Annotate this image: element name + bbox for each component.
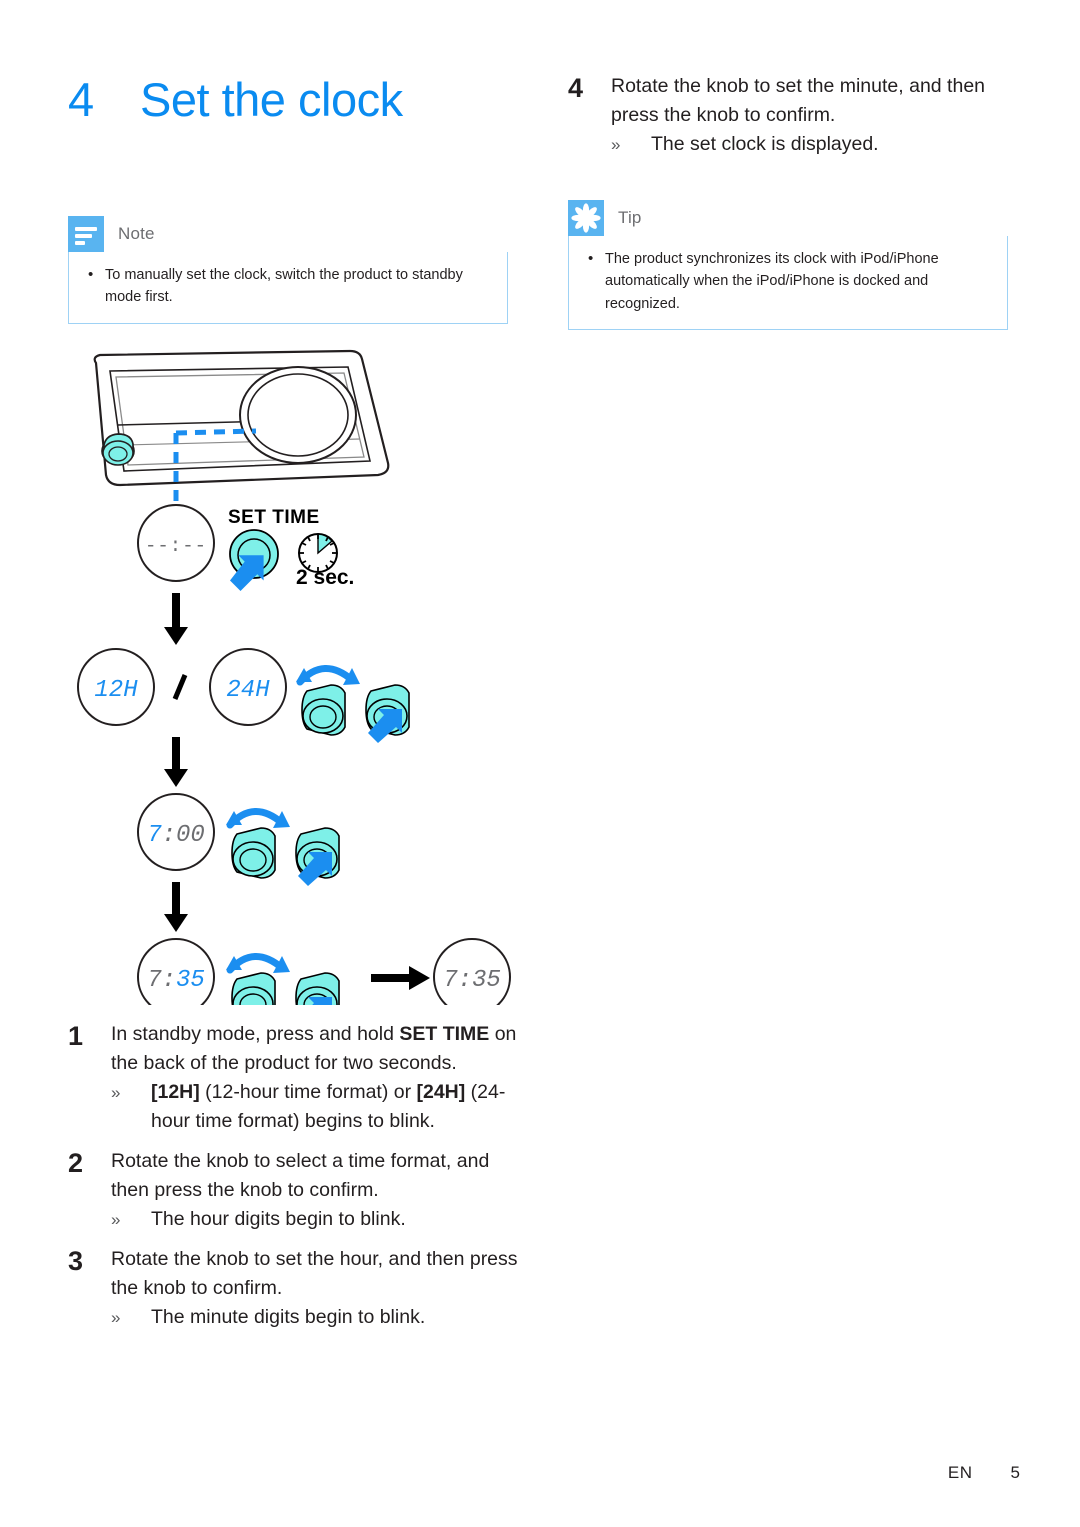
footer-page-number: 5: [1010, 1463, 1020, 1482]
asterisk-icon: [568, 200, 604, 236]
note-callout-label: Note: [118, 224, 155, 243]
step-number: 2: [68, 1148, 84, 1178]
step-text: In standby mode, press and hold SET TIME…: [111, 1020, 520, 1078]
svg-text:SET TIME: SET TIME: [228, 507, 320, 528]
step-number: 1: [68, 1021, 84, 1051]
svg-text:2 sec.: 2 sec.: [296, 566, 354, 589]
instruction-steps-continued: 4 Rotate the knob to set the minute, and…: [568, 72, 1020, 170]
note-callout-header: Note: [68, 216, 508, 252]
flow-arrow-down: [164, 593, 188, 645]
substep-text: The hour digits begin to blink.: [151, 1208, 406, 1230]
diagram-row-time-format: 12H 24H: [77, 648, 410, 743]
note-callout-body: To manually set the clock, switch the pr…: [68, 252, 508, 324]
svg-text:7:35: 7:35: [443, 967, 501, 994]
diagram-row-set-time: --:-- SET TIME 2 sec.: [137, 504, 354, 591]
step-number: 4: [568, 73, 584, 103]
page-title: 4 Set the clock: [68, 72, 403, 127]
substep-bold: [24H]: [416, 1081, 466, 1103]
diagram-row-set-hour: 7:00: [137, 793, 340, 886]
diagram-row-set-minute: 7:35 7:35: [137, 938, 511, 1005]
svg-text:12H: 12H: [94, 677, 138, 704]
substep-text: The minute digits begin to blink.: [151, 1306, 426, 1328]
step-substep: » The minute digits begin to blink.: [111, 1303, 520, 1332]
step-3: 3 Rotate the knob to set the hour, and t…: [68, 1245, 520, 1332]
tip-item: The product synchronizes its clock with …: [583, 247, 993, 315]
set-clock-procedure-diagram: --:-- SET TIME 2 sec. 12H 24H 7:00 7:35 …: [68, 345, 520, 1005]
substep-marker: »: [111, 1210, 121, 1229]
note-lines-icon: [68, 216, 104, 252]
product-front-panel: [93, 349, 390, 505]
left-column: 4 Set the clock Note To manually set the…: [68, 0, 520, 1527]
step-substep: » The set clock is displayed.: [611, 130, 1020, 159]
note-callout: Note To manually set the clock, switch t…: [68, 216, 508, 324]
page-footer: EN 5: [948, 1463, 1020, 1483]
substep-part: (12-hour time format) or: [199, 1081, 417, 1103]
substep-bold: [12H]: [151, 1081, 200, 1103]
footer-language: EN: [947, 1463, 973, 1482]
right-column: 4 Rotate the knob to set the minute, and…: [568, 0, 1020, 1527]
chapter-number: 4: [68, 73, 94, 126]
step-text: Rotate the knob to set the hour, and the…: [111, 1248, 518, 1299]
tip-callout-body: The product synchronizes its clock with …: [568, 236, 1008, 331]
substep-marker: »: [611, 135, 621, 154]
instruction-steps: 1 In standby mode, press and hold SET TI…: [68, 1020, 520, 1343]
flow-arrow-down: [164, 737, 188, 787]
substep-text: The set clock is displayed.: [651, 133, 879, 155]
substep-marker: »: [111, 1083, 121, 1102]
note-item: To manually set the clock, switch the pr…: [83, 263, 493, 309]
step-number: 3: [68, 1246, 84, 1276]
chapter-title: Set the clock: [140, 73, 403, 126]
step-4: 4 Rotate the knob to set the minute, and…: [568, 72, 1020, 159]
svg-text:7:35: 7:35: [147, 967, 205, 994]
step-text-part: In standby mode, press and hold: [111, 1023, 400, 1045]
svg-text:24H: 24H: [226, 677, 270, 704]
step-text: Rotate the knob to set the minute, and t…: [611, 75, 986, 126]
step-substep: » [12H] (12-hour time format) or [24H] (…: [111, 1078, 520, 1136]
substep-text: [12H] (12-hour time format) or [24H] (24…: [151, 1078, 520, 1136]
step-substep: » The hour digits begin to blink.: [111, 1205, 520, 1234]
step-text-bold: SET TIME: [399, 1023, 490, 1045]
tip-callout: Tip The product synchronizes its clock w…: [568, 200, 1008, 331]
flow-arrow-down: [164, 882, 188, 932]
step-1: 1 In standby mode, press and hold SET TI…: [68, 1020, 520, 1136]
tip-callout-header: Tip: [568, 200, 1008, 236]
svg-text:--:--: --:--: [145, 535, 207, 557]
svg-text:7:00: 7:00: [147, 822, 205, 849]
substep-marker: »: [111, 1308, 121, 1327]
tip-callout-label: Tip: [618, 208, 642, 227]
step-text: Rotate the knob to select a time format,…: [111, 1150, 490, 1201]
step-2: 2 Rotate the knob to select a time forma…: [68, 1147, 520, 1234]
